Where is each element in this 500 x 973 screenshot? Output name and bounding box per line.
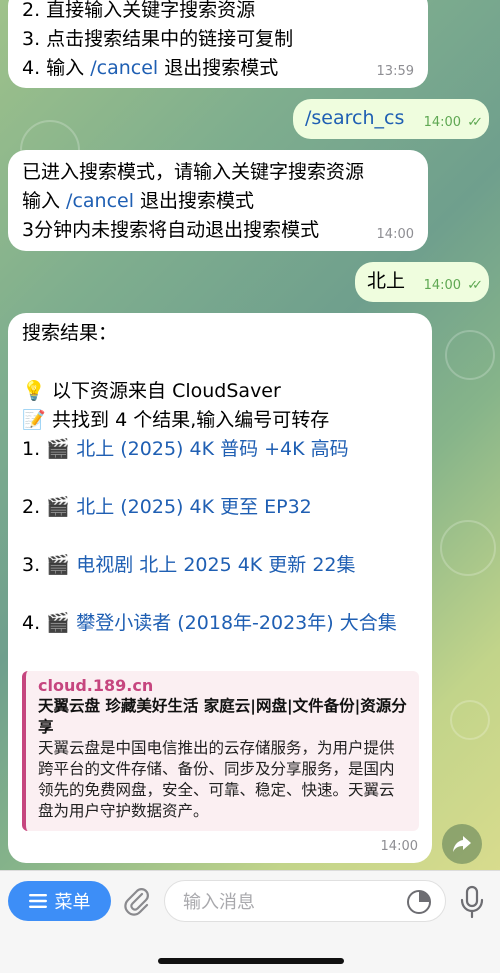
forward-button[interactable] <box>442 824 482 864</box>
preview-title: 天翼云盘 珍藏美好生活 家庭云|网盘|文件备份|资源分享 <box>38 697 407 736</box>
home-indicator <box>158 958 344 964</box>
outgoing-message-search-cs[interactable]: /search_cs 14:00 ✓✓ <box>293 99 489 139</box>
message-input[interactable]: 输入消息 <box>164 880 446 922</box>
result-item: 3. 🎬 电视剧 北上 2025 4K 更新 22集 <box>22 551 418 580</box>
message-line: 2. 直接输入关键字搜索资源 <box>22 0 256 21</box>
info-line: 💡 以下资源来自 CloudSaver <box>22 377 418 406</box>
menu-button[interactable]: 菜单 <box>8 881 111 921</box>
message-line: 3分钟内未搜索将自动退出搜索模式 <box>22 219 320 241</box>
message-text: 北上 <box>367 270 406 292</box>
microphone-icon[interactable] <box>457 885 487 919</box>
preview-description: 天翼云盘是中国电信推出的云存储服务，为用户提供跨平台的文件存储、备份、同步及分享… <box>38 739 395 820</box>
link-preview-card[interactable]: cloud.189.cn 天翼云盘 珍藏美好生活 家庭云|网盘|文件备份|资源分… <box>22 671 419 831</box>
outgoing-message-query[interactable]: 北上 14:00 ✓✓ <box>355 262 489 302</box>
message-input-placeholder: 输入消息 <box>183 892 255 913</box>
memo-icon: 📝 <box>22 409 46 431</box>
message-line: 已进入搜索模式，请输入关键字搜索资源 <box>22 161 365 183</box>
incoming-message-search-results[interactable]: 搜索结果： 💡 以下资源来自 CloudSaver 📝 共找到 4 个结果,输入… <box>8 313 432 863</box>
info-line: 📝 共找到 4 个结果,输入编号可转存 <box>22 406 418 435</box>
cancel-command-link[interactable]: /cancel <box>66 190 134 212</box>
result-item: 2. 🎬 北上 (2025) 4K 更至 EP32 <box>22 493 418 522</box>
message-time: 13:59 <box>376 64 414 79</box>
incoming-message-help[interactable]: 2. 直接输入关键字搜索资源 3. 点击搜索结果中的链接可复制 4. 输入 /c… <box>8 0 428 88</box>
result-item: 4. 🎬 攀登小读者 (2018年-2023年) 大合集 <box>22 609 412 638</box>
result-link[interactable]: 北上 (2025) 4K 普码 +4K 高码 <box>76 438 348 460</box>
paperclip-icon[interactable] <box>121 885 153 917</box>
message-line: 4. 输入 /cancel 退出搜索模式 <box>22 57 279 79</box>
forward-arrow-icon <box>453 836 471 852</box>
message-line: 3. 点击搜索结果中的链接可复制 <box>22 28 294 50</box>
message-line: 输入 /cancel 退出搜索模式 <box>22 190 255 212</box>
clapper-icon: 🎬 <box>46 496 71 518</box>
read-checkmarks-icon: ✓✓ <box>467 115 483 130</box>
message-time: 14:00 <box>380 839 418 854</box>
clapper-icon: 🎬 <box>46 612 71 634</box>
result-link[interactable]: 北上 (2025) 4K 更至 EP32 <box>76 496 312 518</box>
incoming-message-search-mode[interactable]: 已进入搜索模式，请输入关键字搜索资源 输入 /cancel 退出搜索模式 3分钟… <box>8 150 428 251</box>
menu-label: 菜单 <box>54 892 91 913</box>
message-time: 14:00 ✓✓ <box>423 115 483 130</box>
result-link[interactable]: 电视剧 北上 2025 4K 更新 22集 <box>76 554 355 576</box>
lightbulb-icon: 💡 <box>22 380 46 402</box>
read-checkmarks-icon: ✓✓ <box>467 278 483 293</box>
chat-area[interactable]: 2. 直接输入关键字搜索资源 3. 点击搜索结果中的链接可复制 4. 输入 /c… <box>0 0 500 870</box>
result-item: 1. 🎬 北上 (2025) 4K 普码 +4K 高码 <box>22 435 418 464</box>
clapper-icon: 🎬 <box>46 554 71 576</box>
message-text: /search_cs <box>305 107 405 129</box>
hamburger-icon <box>28 894 47 908</box>
cancel-command-link[interactable]: /cancel <box>90 57 158 79</box>
preview-site-name: cloud.189.cn <box>38 676 154 695</box>
clapper-icon: 🎬 <box>46 438 71 460</box>
results-header: 搜索结果： <box>22 322 118 344</box>
message-time: 14:00 ✓✓ <box>423 278 483 293</box>
result-link[interactable]: 攀登小读者 (2018年-2023年) 大合集 <box>76 612 396 634</box>
sticker-icon[interactable] <box>406 889 432 915</box>
message-time: 14:00 <box>376 227 414 242</box>
